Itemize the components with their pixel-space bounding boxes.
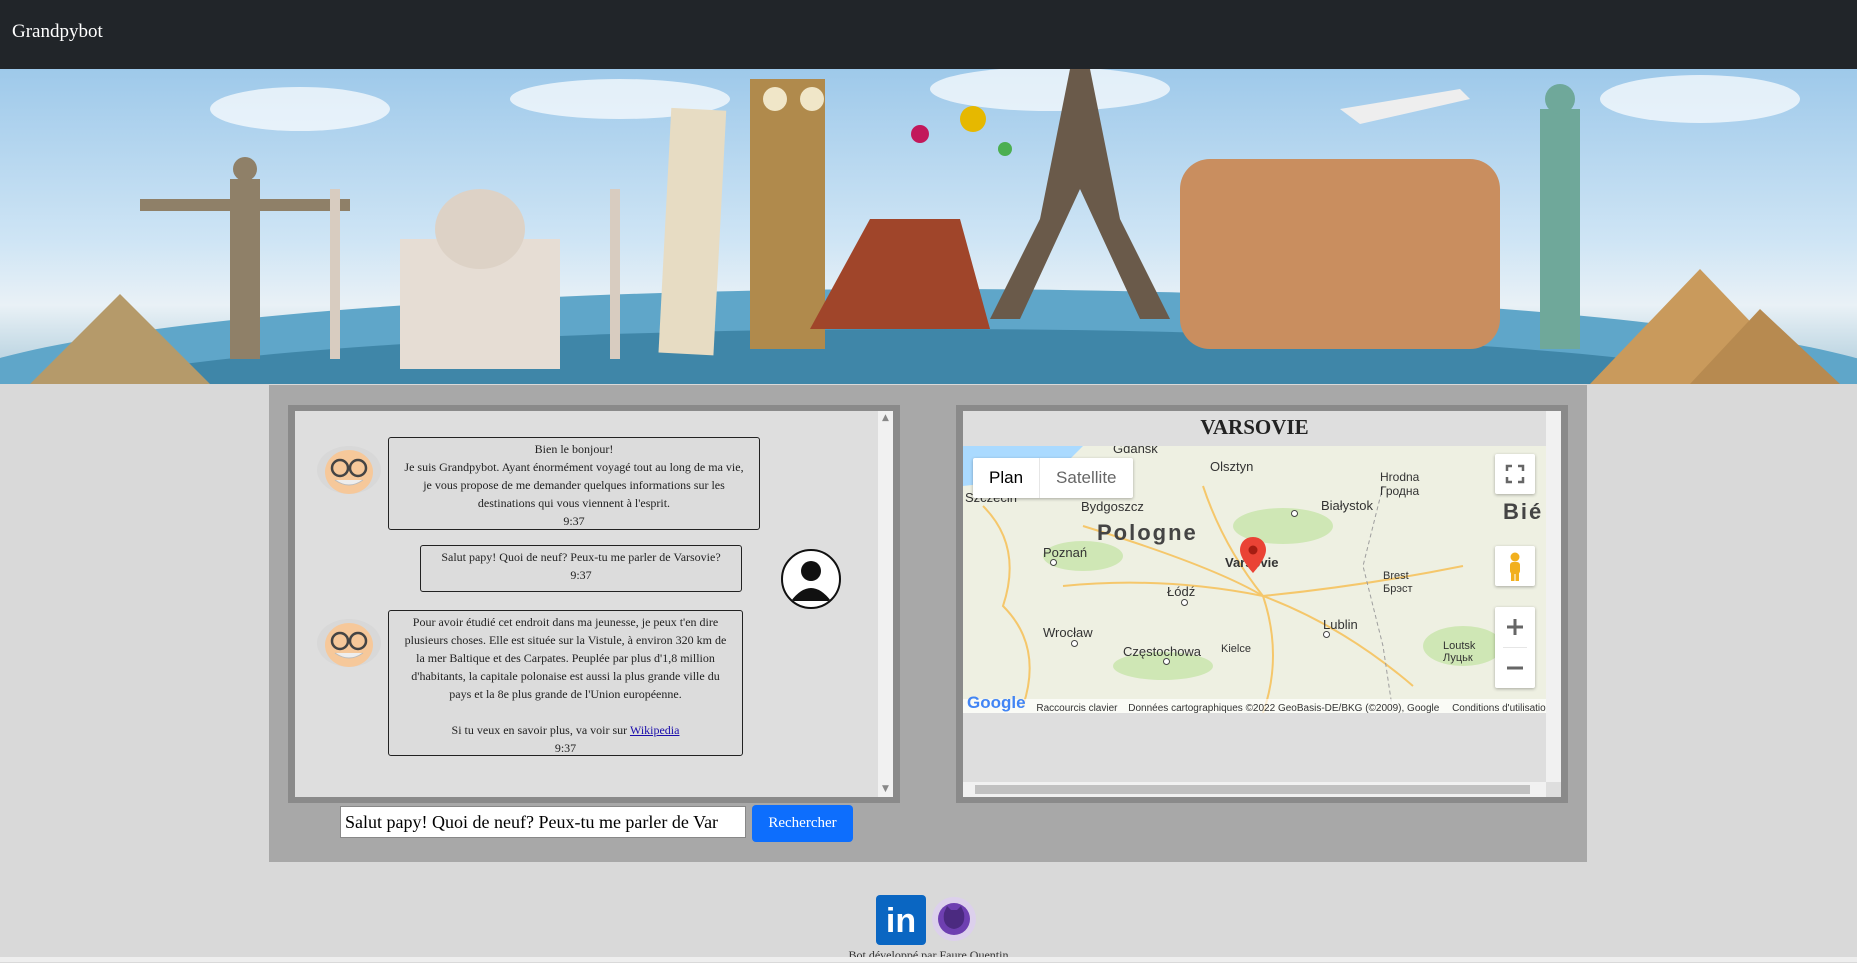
map-horizontal-scrollbar[interactable] xyxy=(963,782,1546,797)
zoom-in-icon[interactable] xyxy=(1495,607,1535,647)
map-vertical-scrollbar[interactable] xyxy=(1546,411,1561,782)
message-line: Si tu veux en savoir plus, va voir sur W… xyxy=(395,721,736,739)
footer-bar xyxy=(0,957,1857,962)
city-dot xyxy=(1050,559,1057,566)
city-brest-cyr: Брэст xyxy=(1383,583,1413,595)
zoom-out-icon[interactable] xyxy=(1495,648,1535,688)
chat-box[interactable]: Bien le bonjour! Je suis Grandpybot. Aya… xyxy=(295,411,893,797)
city-lublin: Lublin xyxy=(1323,617,1358,632)
scroll-down-icon[interactable]: ▼ xyxy=(881,785,890,794)
city-brest: Brest xyxy=(1383,570,1409,582)
travel-banner xyxy=(0,69,1857,384)
map-type-satellite[interactable]: Satellite xyxy=(1039,458,1132,498)
search-button[interactable]: Rechercher xyxy=(752,805,853,842)
message-time: 9:37 xyxy=(554,741,577,755)
city-dot xyxy=(1181,599,1188,606)
link-prefix: Si tu veux en savoir plus, va voir sur xyxy=(451,723,630,737)
city-bydgoszcz: Bydgoszcz xyxy=(1081,499,1144,514)
grandpa-avatar-icon xyxy=(315,444,383,496)
city-loutsk: Loutsk xyxy=(1443,640,1476,652)
linkedin-icon[interactable]: in xyxy=(876,895,926,945)
chat-scrollbar[interactable]: ▲ ▼ xyxy=(878,411,893,797)
city-hrodna: Hrodna xyxy=(1380,470,1420,484)
scroll-thumb[interactable] xyxy=(975,785,1530,794)
street-view-pegman-icon[interactable] xyxy=(1495,546,1535,586)
message-time: 9:37 xyxy=(563,514,585,528)
map-title: VARSOVIE xyxy=(1200,415,1309,439)
city-poznan: Poznań xyxy=(1043,545,1088,560)
city-loutsk-cyr: Луцьк xyxy=(1443,652,1473,664)
map-box: VARSOVIE Gdańsk Olsztyn Hrodna Гродна Sz… xyxy=(963,411,1561,797)
city-hrodna-cyr: Гродна xyxy=(1380,484,1420,498)
grandpa-avatar-icon xyxy=(315,617,383,669)
location-marker-icon[interactable] xyxy=(1240,537,1266,575)
map-type-control: Plan Satellite xyxy=(973,458,1133,498)
city-dot xyxy=(1291,510,1298,517)
city-kielce: Kielce xyxy=(1221,643,1251,655)
message-line: Je suis Grandpybot. Ayant énormément voy… xyxy=(404,460,744,474)
zoom-control xyxy=(1495,607,1535,688)
city-dot xyxy=(1163,658,1170,665)
city-olsztyn: Olsztyn xyxy=(1210,459,1254,474)
google-map[interactable]: Gdańsk Olsztyn Hrodna Гродна Szczecin By… xyxy=(963,446,1546,713)
keyboard-shortcuts-link[interactable]: Raccourcis clavier xyxy=(1036,703,1117,713)
google-logo[interactable]: Google xyxy=(967,693,1026,712)
country-label: Pologne xyxy=(1097,520,1198,545)
user-message: Salut papy! Quoi de neuf? Peux-tu me par… xyxy=(420,545,742,592)
city-gdansk: Gdańsk xyxy=(1113,446,1158,456)
navbar: Grandpybot xyxy=(0,0,1857,69)
user-avatar-icon xyxy=(781,549,841,609)
bot-message: Pour avoir étudié cet endroit dans ma je… xyxy=(388,610,743,756)
fullscreen-icon[interactable] xyxy=(1495,454,1535,494)
bot-message: Bien le bonjour! Je suis Grandpybot. Aya… xyxy=(388,437,760,530)
github-icon[interactable] xyxy=(932,897,976,941)
city-dot xyxy=(1071,640,1078,647)
scroll-up-icon[interactable]: ▲ xyxy=(881,414,890,423)
message-line: d'habitants, la capitale polonaise est a… xyxy=(411,669,720,683)
city-dot xyxy=(1323,631,1330,638)
city-czestochowa: Częstochowa xyxy=(1123,644,1202,659)
footer-icons: in xyxy=(876,895,986,945)
wikipedia-link[interactable]: Wikipedia xyxy=(630,723,680,737)
message-line: Salut papy! Quoi de neuf? Peux-tu me par… xyxy=(441,550,721,564)
city-lodz: Łódź xyxy=(1167,584,1196,599)
map-data-text: Données cartographiques ©2022 GeoBasis-D… xyxy=(1128,703,1440,713)
message-line: je vous propose de me demander quelques … xyxy=(423,478,725,492)
message-line: pays et la 8e plus grande de l'Union eur… xyxy=(449,687,682,701)
map-type-plan[interactable]: Plan xyxy=(973,458,1039,498)
message-time: 9:37 xyxy=(570,568,592,582)
message-line: plusieurs choses. Elle est située sur la… xyxy=(404,633,727,647)
landmarks-illustration xyxy=(0,69,1857,384)
message-line: Pour avoir étudié cet endroit dans ma je… xyxy=(412,615,719,629)
message-line: Bien le bonjour! xyxy=(534,442,614,456)
terms-link[interactable]: Conditions d'utilisation xyxy=(1452,703,1546,713)
country-label-right: Bié xyxy=(1503,499,1544,524)
search-input[interactable]: Salut papy! Quoi de neuf? Peux-tu me par… xyxy=(340,806,746,838)
brand-link[interactable]: Grandpybot xyxy=(12,21,103,43)
city-wroclaw: Wrocław xyxy=(1043,625,1093,640)
message-line: destinations qui vous viennent à l'espri… xyxy=(477,496,671,510)
city-bialystok: Białystok xyxy=(1321,498,1374,513)
message-line: la mer Baltique et des Carpates. Peuplée… xyxy=(416,651,715,665)
map-attribution: Google Raccourcis clavier Données cartog… xyxy=(963,694,1546,713)
